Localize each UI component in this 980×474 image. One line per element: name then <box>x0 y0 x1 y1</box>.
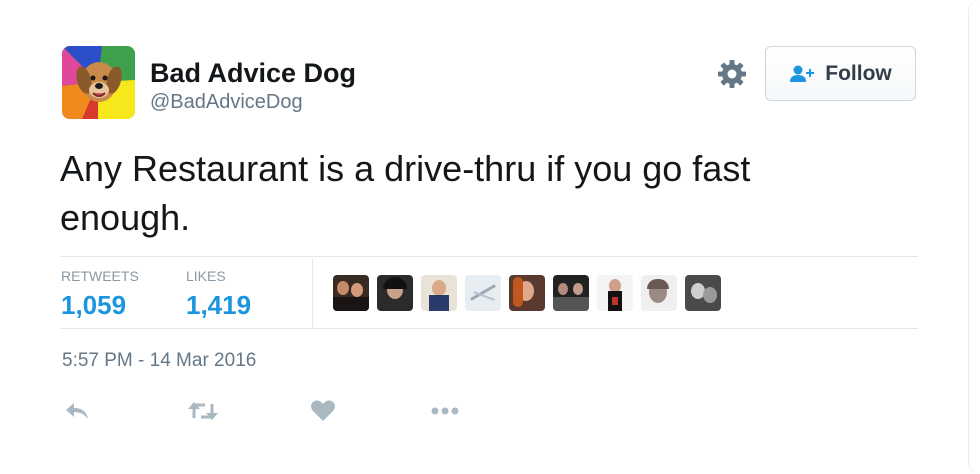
author-name[interactable]: Bad Advice Dog <box>150 58 356 89</box>
liker-avatar[interactable] <box>465 275 501 311</box>
author-avatar[interactable] <box>62 46 135 119</box>
likes-label: LIKES <box>186 268 226 284</box>
liker-avatar[interactable] <box>509 275 545 311</box>
tweet-timestamp[interactable]: 5:57 PM - 14 Mar 2016 <box>62 350 256 372</box>
liker-avatar[interactable] <box>597 275 633 311</box>
follow-label: Follow <box>825 61 892 85</box>
liker-avatar[interactable] <box>685 275 721 311</box>
reply-icon <box>66 403 88 419</box>
likes-stat[interactable]: LIKES 1,419 <box>186 268 251 321</box>
liker-avatar[interactable] <box>333 275 369 311</box>
more-icon <box>431 407 459 415</box>
retweet-icon <box>188 402 218 420</box>
dog-avatar-icon <box>62 46 135 119</box>
author-handle[interactable]: @BadAdviceDog <box>150 91 303 114</box>
liker-avatar[interactable] <box>553 275 589 311</box>
more-button[interactable] <box>428 396 462 426</box>
like-button[interactable] <box>306 396 340 426</box>
gear-icon[interactable] <box>716 58 748 90</box>
add-user-icon <box>790 65 815 82</box>
retweets-count: 1,059 <box>61 290 127 320</box>
liker-avatar[interactable] <box>641 275 677 311</box>
liker-avatar[interactable] <box>377 275 413 311</box>
stats-bottom-divider <box>60 328 918 329</box>
frame-edge <box>968 0 980 474</box>
retweets-stat[interactable]: RETWEETS 1,059 <box>61 268 139 321</box>
likes-count: 1,419 <box>186 290 252 320</box>
tweet-card: Bad Advice Dog @BadAdviceDog Follow Any … <box>0 0 980 474</box>
tweet-text: Any Restaurant is a drive-thru if you go… <box>60 148 751 238</box>
liker-avatars <box>333 275 721 311</box>
stats-vertical-divider <box>312 258 313 328</box>
liker-avatar[interactable] <box>421 275 457 311</box>
heart-icon <box>311 400 335 421</box>
follow-button[interactable]: Follow <box>765 46 916 101</box>
retweets-label: RETWEETS <box>61 268 139 284</box>
retweet-button[interactable] <box>186 396 220 426</box>
stats-top-divider <box>60 256 918 257</box>
reply-button[interactable] <box>60 396 94 426</box>
